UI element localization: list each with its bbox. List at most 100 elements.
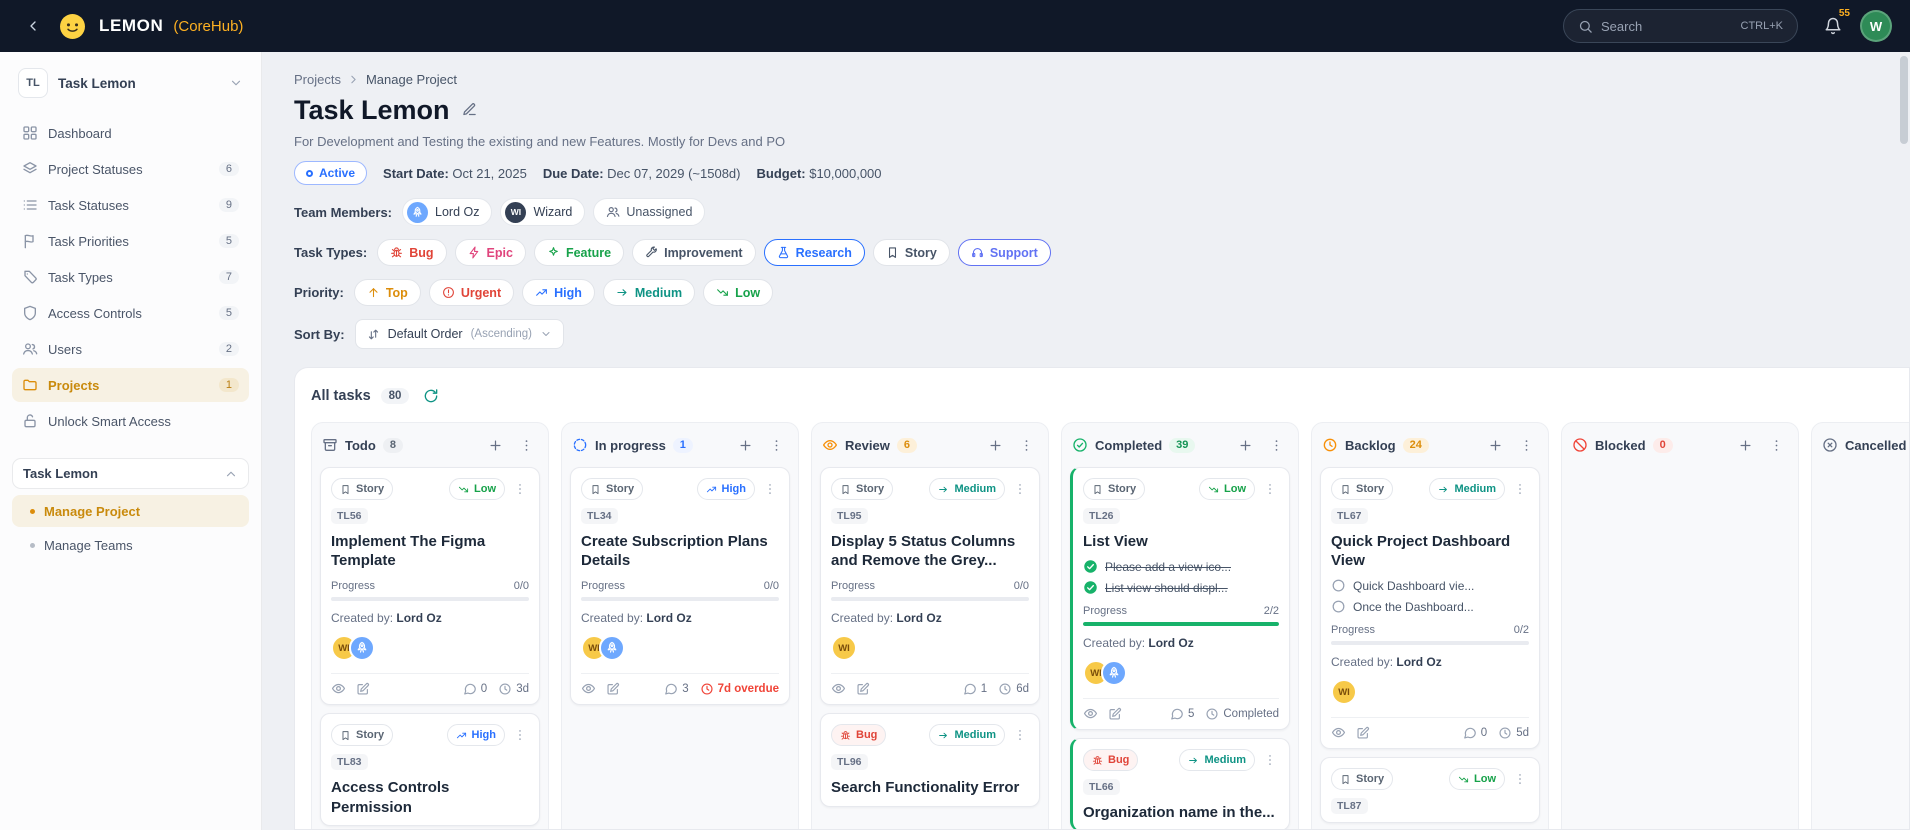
workspace-switcher[interactable]: TL Task Lemon (12, 64, 249, 102)
add-task-button[interactable] (1233, 433, 1257, 457)
card-menu-button[interactable] (1261, 749, 1279, 771)
edit-square-icon (1356, 726, 1370, 740)
card-menu-button[interactable] (761, 478, 779, 500)
task-card-tl83[interactable]: Story High TL83 Access Controls Permission (320, 713, 540, 826)
circle-icon (1331, 599, 1346, 614)
back-button[interactable] (18, 11, 48, 41)
view-task-button[interactable] (581, 681, 596, 696)
eye-icon (581, 681, 596, 696)
search-box[interactable]: CTRL+K (1563, 9, 1798, 43)
sidebar-item-label: Dashboard (48, 125, 112, 141)
sidebar-item-users[interactable]: Users 2 (12, 332, 249, 366)
task-card-tl34[interactable]: Story High TL34 Create Subscription Plans D… (570, 467, 790, 706)
add-task-button[interactable] (983, 433, 1007, 457)
priority-chip-high[interactable]: High (522, 279, 595, 306)
priority-chip-urgent[interactable]: Urgent (428, 279, 515, 306)
add-task-button[interactable] (733, 433, 757, 457)
sidebar-item-access-controls[interactable]: Access Controls 5 (12, 296, 249, 330)
checklist-item[interactable]: Please add a view ico... (1083, 559, 1279, 574)
edit-title-button[interactable] (462, 102, 477, 120)
created-by-label: Created by: (831, 611, 897, 626)
sidebar-subitem-manage-project[interactable]: Manage Project (12, 495, 249, 527)
card-menu-button[interactable] (511, 724, 529, 746)
due-time: Completed (1205, 707, 1279, 721)
task-type-chip-bug[interactable]: Bug (377, 239, 447, 266)
card-header: Bug Medium (831, 724, 1029, 747)
sidebar-item-task-statuses[interactable]: Task Statuses 9 (12, 188, 249, 222)
rocket-icon (355, 641, 369, 655)
column-count: 8 (382, 437, 403, 453)
edit-task-button[interactable] (1356, 726, 1370, 740)
team-member-lord-oz[interactable]: Lord Oz (402, 198, 493, 226)
edit-task-button[interactable] (856, 682, 870, 696)
card-menu-button[interactable] (1261, 478, 1279, 500)
add-task-button[interactable] (1483, 433, 1507, 457)
task-card-tl66[interactable]: Bug Medium TL66 Organization name in the... (1070, 738, 1290, 829)
view-task-button[interactable] (1331, 725, 1346, 740)
checklist-item[interactable]: Once the Dashboard... (1331, 599, 1529, 614)
card-priority-chip: Medium (1429, 478, 1505, 500)
card-menu-button[interactable] (1011, 478, 1029, 500)
team-member-unassigned[interactable]: Unassigned (593, 198, 706, 226)
task-card-tl56[interactable]: Story Low TL56 Implement The Figma Template… (320, 467, 540, 706)
card-title: Create Subscription Plans Details (581, 533, 768, 570)
search-input[interactable] (1601, 18, 1733, 34)
task-card-tl87[interactable]: Story Low TL87 (1320, 757, 1540, 824)
column-menu-button[interactable] (764, 433, 788, 457)
column-menu-button[interactable] (1514, 433, 1538, 457)
column-menu-button[interactable] (1264, 433, 1288, 457)
column-menu-button[interactable] (514, 433, 538, 457)
view-task-button[interactable] (1083, 706, 1098, 721)
card-menu-button[interactable] (1011, 724, 1029, 746)
card-menu-button[interactable] (1511, 478, 1529, 500)
edit-task-button[interactable] (1108, 707, 1122, 721)
edit-task-button[interactable] (606, 682, 620, 696)
card-menu-button[interactable] (511, 478, 529, 500)
chevron-down-icon (540, 328, 552, 340)
sidebar-item-projects[interactable]: Projects 1 (12, 368, 249, 402)
column-menu-button[interactable] (1764, 433, 1788, 457)
column-menu-button[interactable] (1014, 433, 1038, 457)
sidebar-item-project-statuses[interactable]: Project Statuses 6 (12, 152, 249, 186)
priority-chip-medium[interactable]: Medium (602, 279, 696, 306)
sidebar-item-label: Task Types (48, 269, 113, 285)
vertical-scrollbar[interactable] (1900, 56, 1908, 826)
task-type-chip-research[interactable]: Research (763, 239, 865, 266)
task-type-chip-story[interactable]: Story (872, 239, 950, 266)
add-task-button[interactable] (483, 433, 507, 457)
task-type-chip-support[interactable]: Support (957, 239, 1051, 266)
breadcrumb-root[interactable]: Projects (294, 72, 341, 87)
task-type-chip-improvement[interactable]: Improvement (632, 239, 756, 266)
team-member-wizard[interactable]: WI Wizard (500, 198, 586, 226)
refresh-button[interactable] (419, 384, 443, 408)
card-title: Search Functionality Error (831, 779, 1020, 797)
task-type-chip-feature[interactable]: Feature (533, 239, 625, 266)
project-section-header[interactable]: Task Lemon (12, 458, 249, 489)
priority-chip-low[interactable]: Low (703, 279, 774, 306)
sidebar-subitem-manage-teams[interactable]: Manage Teams (12, 529, 249, 561)
task-card-tl67[interactable]: Story Medium TL67 Quick Project Dashboard V… (1320, 467, 1540, 750)
priority-chip-top[interactable]: Top (353, 279, 421, 306)
task-card-tl96[interactable]: Bug Medium TL96 Search Functionality Error (820, 713, 1040, 807)
view-task-button[interactable] (331, 681, 346, 696)
created-by-name: Lord Oz (396, 611, 442, 626)
chip-label: Improvement (664, 245, 743, 260)
sort-dropdown[interactable]: Default Order (Ascending) (354, 319, 564, 349)
scrollbar-thumb[interactable] (1900, 56, 1908, 144)
checklist-item[interactable]: List view should displ... (1083, 580, 1279, 595)
task-card-tl95[interactable]: Story Medium TL95 Display 5 Status Columns … (820, 467, 1040, 706)
sidebar-item-dashboard[interactable]: Dashboard (12, 116, 249, 150)
sidebar-item-task-priorities[interactable]: Task Priorities 5 (12, 224, 249, 258)
user-avatar[interactable]: W (1860, 10, 1892, 42)
task-card-tl26[interactable]: Story Low TL26 List View Please add a view i… (1070, 467, 1290, 731)
card-menu-button[interactable] (1511, 768, 1529, 790)
column-title: Blocked (1595, 437, 1646, 453)
view-task-button[interactable] (831, 681, 846, 696)
checklist-item[interactable]: Quick Dashboard vie... (1331, 578, 1529, 593)
task-type-chip-epic[interactable]: Epic (454, 239, 526, 266)
notifications-button[interactable]: 55 (1816, 8, 1850, 43)
sidebar-item-unlock-smart-access[interactable]: Unlock Smart Access (12, 404, 249, 438)
add-task-button[interactable] (1733, 433, 1757, 457)
edit-task-button[interactable] (356, 682, 370, 696)
sidebar-item-task-types[interactable]: Task Types 7 (12, 260, 249, 294)
